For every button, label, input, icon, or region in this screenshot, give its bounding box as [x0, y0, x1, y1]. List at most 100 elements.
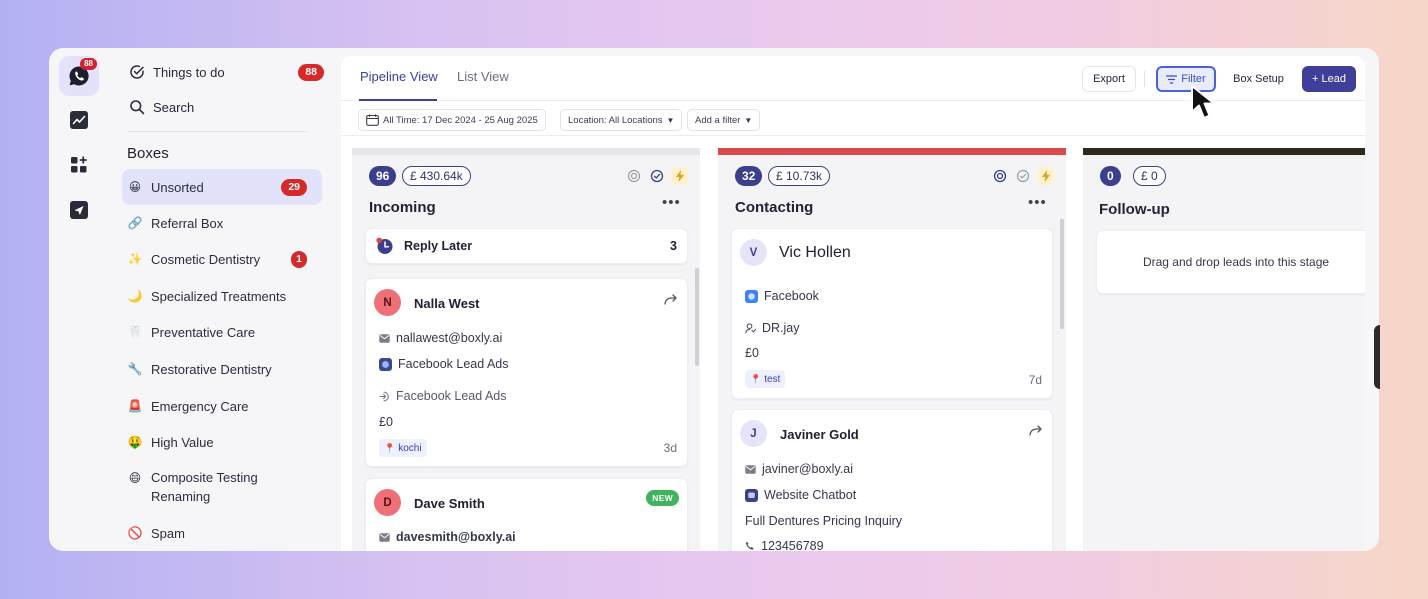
lead-source: Website Chatbot — [745, 488, 856, 502]
rail-analytics-button[interactable] — [59, 100, 99, 140]
location-label: Location: All Locations — [568, 114, 663, 126]
box-label: High Value — [151, 434, 214, 450]
toolbar-divider — [1144, 71, 1145, 87]
more-options-icon[interactable]: ••• — [662, 194, 681, 211]
envelope-icon — [379, 333, 390, 343]
box-item-composite[interactable]: 😄 Composite Testing Renaming — [122, 464, 322, 508]
location-tag[interactable]: 📍 test — [745, 370, 786, 388]
lightning-icon[interactable] — [671, 167, 689, 185]
icon-rail: 88 — [49, 48, 109, 551]
pin-icon: 📍 — [384, 442, 396, 453]
box-item-specialized[interactable]: 🌙 Specialized Treatments — [122, 278, 322, 314]
box-item-emergency[interactable]: 🚨 Emergency Care — [122, 388, 322, 424]
tooth-icon: 🦷 — [127, 325, 143, 339]
lead-name: Vic Hollen — [779, 244, 851, 261]
box-label: Unsorted — [151, 179, 204, 195]
facebook-icon — [745, 289, 758, 303]
lead-form: Facebook Lead Ads — [379, 389, 507, 403]
pin-icon: 📍 — [750, 373, 762, 384]
location-filter[interactable]: Location: All Locations ▼ — [560, 109, 683, 131]
box-setup-button[interactable]: Box Setup — [1222, 66, 1295, 92]
chevron-down-icon: ▼ — [744, 115, 753, 125]
lead-email-text: nallawest@boxly.ai — [396, 331, 503, 345]
box-label: Composite Testing Renaming — [151, 468, 258, 506]
tab-list-view[interactable]: List View — [457, 69, 509, 84]
chevron-down-icon: ▼ — [666, 115, 675, 125]
lightning-icon[interactable] — [1037, 167, 1055, 185]
box-item-preventative[interactable]: 🦷 Preventative Care — [122, 314, 322, 350]
avatar: D — [374, 489, 401, 516]
stage-color-bar — [352, 148, 700, 155]
box-count: 1 — [291, 250, 307, 268]
lead-age: 7d — [1028, 373, 1042, 387]
trend-chart-icon — [70, 111, 88, 129]
lead-card[interactable]: D Dave Smith NEW davesmith@boxly.ai — [365, 478, 688, 551]
empty-stage-text: Drag and drop leads into this stage — [1142, 255, 1330, 269]
lead-source: Facebook — [745, 289, 819, 303]
add-lead-button[interactable]: + Lead — [1302, 66, 1356, 92]
rail-inbox-button[interactable]: 88 — [59, 56, 99, 96]
box-label: Spam — [151, 525, 185, 541]
stage-amount: £ 0 — [1133, 166, 1166, 186]
box-label: Emergency Care — [151, 398, 249, 414]
lead-card[interactable]: V Vic Hollen Facebook DR.jay £0 📍 test 7… — [731, 228, 1053, 399]
lead-form-text: Facebook Lead Ads — [396, 389, 507, 403]
calendar-icon — [366, 114, 379, 126]
lead-email: javiner@boxly.ai — [745, 462, 853, 476]
box-label-line1: Composite Testing — [151, 470, 258, 485]
location-tag-text: test — [764, 373, 781, 385]
lead-email: nallawest@boxly.ai — [379, 331, 502, 345]
share-arrow-icon[interactable] — [1029, 423, 1042, 441]
rail-apps-button[interactable] — [59, 145, 99, 185]
search-item[interactable]: Search — [127, 95, 324, 119]
phone-icon — [745, 541, 754, 550]
lead-owner-text: DR.jay — [762, 321, 800, 335]
share-arrow-icon[interactable] — [664, 292, 677, 310]
add-filter-button[interactable]: Add a filter ▼ — [687, 109, 761, 131]
box-item-cosmetic[interactable]: ✨ Cosmetic Dentistry 1 — [122, 241, 322, 277]
reply-later-label: Reply Later — [404, 239, 473, 253]
date-range-filter[interactable]: All Time: 17 Dec 2024 - 25 Aug 2025 — [358, 109, 546, 131]
check-circle-icon[interactable] — [648, 167, 666, 185]
apps-grid-plus-icon — [71, 156, 87, 173]
lead-card[interactable]: J Javiner Gold javiner@boxly.ai Website … — [731, 409, 1053, 551]
location-tag[interactable]: 📍 kochi — [379, 439, 427, 457]
avatar: J — [740, 420, 767, 447]
check-circle-icon — [127, 64, 147, 80]
more-options-icon[interactable]: ••• — [1028, 194, 1047, 211]
lead-card[interactable]: N Nalla West nallawest@boxly.ai Facebook… — [365, 278, 688, 467]
lead-source-text: Facebook — [764, 289, 819, 303]
location-tag-text: kochi — [398, 442, 422, 454]
avatar: V — [740, 239, 767, 266]
send-arrow-icon — [70, 201, 88, 219]
box-item-high-value[interactable]: 🤑 High Value — [122, 424, 322, 460]
check-circle-icon[interactable] — [1014, 167, 1032, 185]
lead-name: Dave Smith — [414, 496, 485, 511]
target-icon[interactable] — [625, 167, 643, 185]
lead-note: Full Dentures Pricing Inquiry — [745, 514, 903, 528]
box-label: Specialized Treatments — [151, 288, 287, 304]
lead-source-text: Website Chatbot — [764, 488, 857, 502]
stage-column-incoming: 96 £ 430.64k Incoming ••• Reply Later 3 … — [352, 148, 700, 551]
link-icon: 🔗 — [127, 216, 143, 230]
box-item-referral[interactable]: 🔗 Referral Box — [122, 205, 322, 241]
stage-count: 96 — [369, 166, 397, 186]
column-scrollbar[interactable] — [1060, 219, 1064, 329]
stage-amount: £ 430.64k — [402, 166, 471, 186]
empty-stage-dropzone[interactable]: Drag and drop leads into this stage — [1096, 230, 1365, 294]
rail-send-button[interactable] — [59, 190, 99, 230]
box-label-line2: Renaming — [151, 489, 211, 504]
things-to-do-item[interactable]: Things to do 88 — [127, 60, 324, 84]
lead-age: 3d — [663, 441, 677, 455]
column-scrollbar[interactable] — [695, 268, 699, 366]
reply-later-row[interactable]: Reply Later 3 — [365, 228, 688, 264]
box-item-unsorted[interactable]: 😀 Unsorted 29 — [122, 169, 322, 205]
tab-pipeline-view[interactable]: Pipeline View — [360, 69, 438, 84]
box-count: 29 — [281, 178, 307, 196]
box-item-restorative[interactable]: 🔧 Restorative Dentistry — [122, 351, 322, 387]
lead-email-text: javiner@boxly.ai — [762, 462, 853, 476]
box-item-spam[interactable]: 🚫 Spam — [122, 515, 322, 551]
export-button[interactable]: Export — [1082, 66, 1136, 92]
target-icon[interactable] — [991, 167, 1009, 185]
active-tab-indicator — [359, 99, 437, 101]
